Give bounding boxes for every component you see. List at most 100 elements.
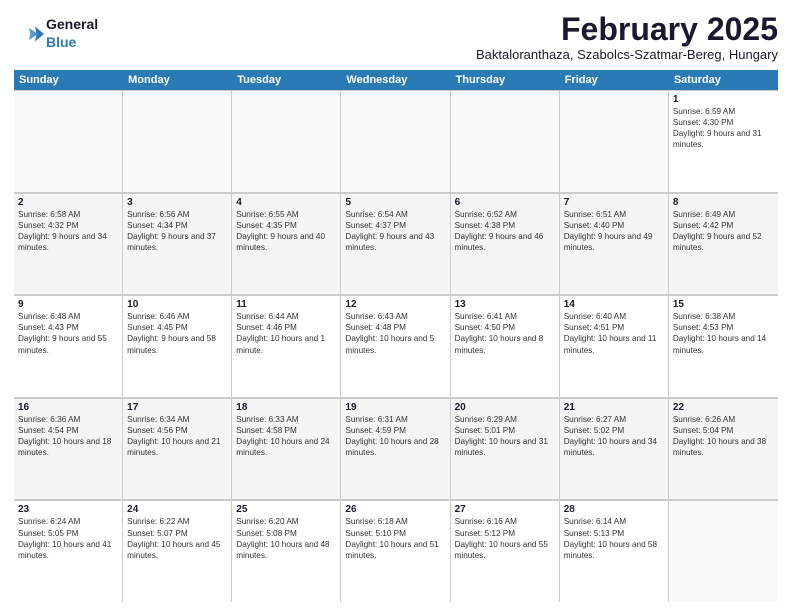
calendar-cell — [232, 90, 341, 192]
day-info: Sunrise: 6:20 AM Sunset: 5:08 PM Dayligh… — [236, 516, 336, 560]
day-info: Sunrise: 6:27 AM Sunset: 5:02 PM Dayligh… — [564, 414, 664, 458]
day-number: 27 — [455, 504, 555, 515]
calendar-cell: 2Sunrise: 6:58 AM Sunset: 4:32 PM Daylig… — [14, 193, 123, 295]
calendar-cell: 20Sunrise: 6:29 AM Sunset: 5:01 PM Dayli… — [451, 398, 560, 500]
day-info: Sunrise: 6:55 AM Sunset: 4:35 PM Dayligh… — [236, 209, 336, 253]
day-info: Sunrise: 6:49 AM Sunset: 4:42 PM Dayligh… — [673, 209, 774, 253]
calendar-cell: 26Sunrise: 6:18 AM Sunset: 5:10 PM Dayli… — [341, 500, 450, 602]
day-number: 18 — [236, 402, 336, 413]
day-number: 8 — [673, 197, 774, 208]
calendar-row-1: 2Sunrise: 6:58 AM Sunset: 4:32 PM Daylig… — [14, 193, 778, 296]
day-info: Sunrise: 6:31 AM Sunset: 4:59 PM Dayligh… — [345, 414, 445, 458]
header-monday: Monday — [123, 70, 232, 90]
day-info: Sunrise: 6:24 AM Sunset: 5:05 PM Dayligh… — [18, 516, 118, 560]
page: General Blue February 2025 Baktalorantha… — [0, 0, 792, 612]
calendar: Sunday Monday Tuesday Wednesday Thursday… — [14, 70, 778, 602]
calendar-row-4: 23Sunrise: 6:24 AM Sunset: 5:05 PM Dayli… — [14, 500, 778, 602]
calendar-cell: 4Sunrise: 6:55 AM Sunset: 4:35 PM Daylig… — [232, 193, 341, 295]
day-number: 17 — [127, 402, 227, 413]
calendar-cell — [123, 90, 232, 192]
calendar-body: 1Sunrise: 6:59 AM Sunset: 4:30 PM Daylig… — [14, 90, 778, 602]
calendar-cell: 25Sunrise: 6:20 AM Sunset: 5:08 PM Dayli… — [232, 500, 341, 602]
day-info: Sunrise: 6:40 AM Sunset: 4:51 PM Dayligh… — [564, 311, 664, 355]
day-info: Sunrise: 6:22 AM Sunset: 5:07 PM Dayligh… — [127, 516, 227, 560]
calendar-cell: 17Sunrise: 6:34 AM Sunset: 4:56 PM Dayli… — [123, 398, 232, 500]
calendar-cell: 13Sunrise: 6:41 AM Sunset: 4:50 PM Dayli… — [451, 295, 560, 397]
day-number: 4 — [236, 197, 336, 208]
calendar-cell: 27Sunrise: 6:16 AM Sunset: 5:12 PM Dayli… — [451, 500, 560, 602]
calendar-cell — [14, 90, 123, 192]
day-number: 24 — [127, 504, 227, 515]
calendar-cell — [560, 90, 669, 192]
calendar-cell: 5Sunrise: 6:54 AM Sunset: 4:37 PM Daylig… — [341, 193, 450, 295]
header-sunday: Sunday — [14, 70, 123, 90]
day-info: Sunrise: 6:58 AM Sunset: 4:32 PM Dayligh… — [18, 209, 118, 253]
main-title: February 2025 — [98, 12, 778, 47]
calendar-cell: 24Sunrise: 6:22 AM Sunset: 5:07 PM Dayli… — [123, 500, 232, 602]
day-number: 7 — [564, 197, 664, 208]
logo-general: General — [46, 16, 98, 32]
day-number: 25 — [236, 504, 336, 515]
day-number: 21 — [564, 402, 664, 413]
calendar-cell — [669, 500, 778, 602]
calendar-cell: 19Sunrise: 6:31 AM Sunset: 4:59 PM Dayli… — [341, 398, 450, 500]
header-friday: Friday — [560, 70, 669, 90]
day-info: Sunrise: 6:56 AM Sunset: 4:34 PM Dayligh… — [127, 209, 227, 253]
calendar-cell: 3Sunrise: 6:56 AM Sunset: 4:34 PM Daylig… — [123, 193, 232, 295]
calendar-cell: 10Sunrise: 6:46 AM Sunset: 4:45 PM Dayli… — [123, 295, 232, 397]
calendar-cell: 21Sunrise: 6:27 AM Sunset: 5:02 PM Dayli… — [560, 398, 669, 500]
day-number: 2 — [18, 197, 118, 208]
calendar-cell: 9Sunrise: 6:48 AM Sunset: 4:43 PM Daylig… — [14, 295, 123, 397]
day-info: Sunrise: 6:34 AM Sunset: 4:56 PM Dayligh… — [127, 414, 227, 458]
calendar-cell: 11Sunrise: 6:44 AM Sunset: 4:46 PM Dayli… — [232, 295, 341, 397]
day-number: 9 — [18, 299, 118, 310]
subtitle: Baktaloranthaza, Szabolcs-Szatmar-Bereg,… — [98, 47, 778, 62]
day-info: Sunrise: 6:16 AM Sunset: 5:12 PM Dayligh… — [455, 516, 555, 560]
calendar-cell: 12Sunrise: 6:43 AM Sunset: 4:48 PM Dayli… — [341, 295, 450, 397]
calendar-cell: 15Sunrise: 6:38 AM Sunset: 4:53 PM Dayli… — [669, 295, 778, 397]
day-number: 20 — [455, 402, 555, 413]
day-info: Sunrise: 6:29 AM Sunset: 5:01 PM Dayligh… — [455, 414, 555, 458]
calendar-row-0: 1Sunrise: 6:59 AM Sunset: 4:30 PM Daylig… — [14, 90, 778, 193]
logo-blue: Blue — [46, 34, 76, 50]
calendar-row-3: 16Sunrise: 6:36 AM Sunset: 4:54 PM Dayli… — [14, 398, 778, 501]
header-tuesday: Tuesday — [232, 70, 341, 90]
day-info: Sunrise: 6:51 AM Sunset: 4:40 PM Dayligh… — [564, 209, 664, 253]
day-info: Sunrise: 6:43 AM Sunset: 4:48 PM Dayligh… — [345, 311, 445, 355]
day-info: Sunrise: 6:18 AM Sunset: 5:10 PM Dayligh… — [345, 516, 445, 560]
day-info: Sunrise: 6:54 AM Sunset: 4:37 PM Dayligh… — [345, 209, 445, 253]
calendar-cell: 7Sunrise: 6:51 AM Sunset: 4:40 PM Daylig… — [560, 193, 669, 295]
calendar-cell — [451, 90, 560, 192]
day-number: 23 — [18, 504, 118, 515]
day-info: Sunrise: 6:36 AM Sunset: 4:54 PM Dayligh… — [18, 414, 118, 458]
calendar-cell — [341, 90, 450, 192]
day-number: 15 — [673, 299, 774, 310]
header-saturday: Saturday — [669, 70, 778, 90]
calendar-cell: 23Sunrise: 6:24 AM Sunset: 5:05 PM Dayli… — [14, 500, 123, 602]
calendar-cell: 22Sunrise: 6:26 AM Sunset: 5:04 PM Dayli… — [669, 398, 778, 500]
day-info: Sunrise: 6:59 AM Sunset: 4:30 PM Dayligh… — [673, 106, 774, 150]
day-number: 26 — [345, 504, 445, 515]
day-info: Sunrise: 6:33 AM Sunset: 4:58 PM Dayligh… — [236, 414, 336, 458]
day-number: 6 — [455, 197, 555, 208]
day-info: Sunrise: 6:48 AM Sunset: 4:43 PM Dayligh… — [18, 311, 118, 355]
calendar-row-2: 9Sunrise: 6:48 AM Sunset: 4:43 PM Daylig… — [14, 295, 778, 398]
logo-icon — [14, 25, 44, 43]
title-section: February 2025 Baktaloranthaza, Szabolcs-… — [98, 12, 778, 62]
day-number: 22 — [673, 402, 774, 413]
calendar-cell: 28Sunrise: 6:14 AM Sunset: 5:13 PM Dayli… — [560, 500, 669, 602]
calendar-cell: 8Sunrise: 6:49 AM Sunset: 4:42 PM Daylig… — [669, 193, 778, 295]
day-info: Sunrise: 6:44 AM Sunset: 4:46 PM Dayligh… — [236, 311, 336, 355]
day-number: 11 — [236, 299, 336, 310]
calendar-cell: 16Sunrise: 6:36 AM Sunset: 4:54 PM Dayli… — [14, 398, 123, 500]
day-info: Sunrise: 6:26 AM Sunset: 5:04 PM Dayligh… — [673, 414, 774, 458]
calendar-cell: 6Sunrise: 6:52 AM Sunset: 4:38 PM Daylig… — [451, 193, 560, 295]
day-number: 12 — [345, 299, 445, 310]
day-number: 10 — [127, 299, 227, 310]
day-number: 1 — [673, 94, 774, 105]
day-number: 14 — [564, 299, 664, 310]
day-number: 16 — [18, 402, 118, 413]
header-thursday: Thursday — [451, 70, 560, 90]
day-number: 28 — [564, 504, 664, 515]
day-info: Sunrise: 6:41 AM Sunset: 4:50 PM Dayligh… — [455, 311, 555, 355]
